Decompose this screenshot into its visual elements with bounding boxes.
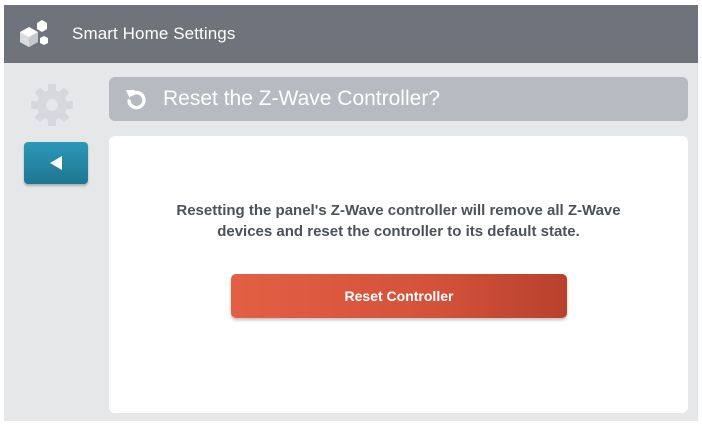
reset-controller-button[interactable]: Reset Controller <box>231 274 567 318</box>
message-line: devices and reset the controller to its … <box>217 223 580 240</box>
message-line: Resetting the panel's Z-Wave controller … <box>176 202 621 219</box>
gear-icon[interactable] <box>28 81 76 129</box>
dialog-content: Resetting the panel's Z-Wave controller … <box>109 136 688 413</box>
dialog-title: Reset the Z-Wave Controller? <box>163 87 440 110</box>
back-arrow-icon <box>50 156 62 170</box>
back-button[interactable] <box>24 142 88 184</box>
reset-warning-message: Resetting the panel's Z-Wave controller … <box>129 200 668 242</box>
screen: Smart Home Settings Reset the Z-Wave Con… <box>4 5 698 421</box>
app-title: Smart Home Settings <box>72 24 236 43</box>
dialog-title-bar: Reset the Z-Wave Controller? <box>109 77 688 121</box>
cubes-logo-icon <box>20 20 48 47</box>
reset-arrow-icon <box>126 90 146 110</box>
top-bar: Smart Home Settings <box>4 5 698 63</box>
